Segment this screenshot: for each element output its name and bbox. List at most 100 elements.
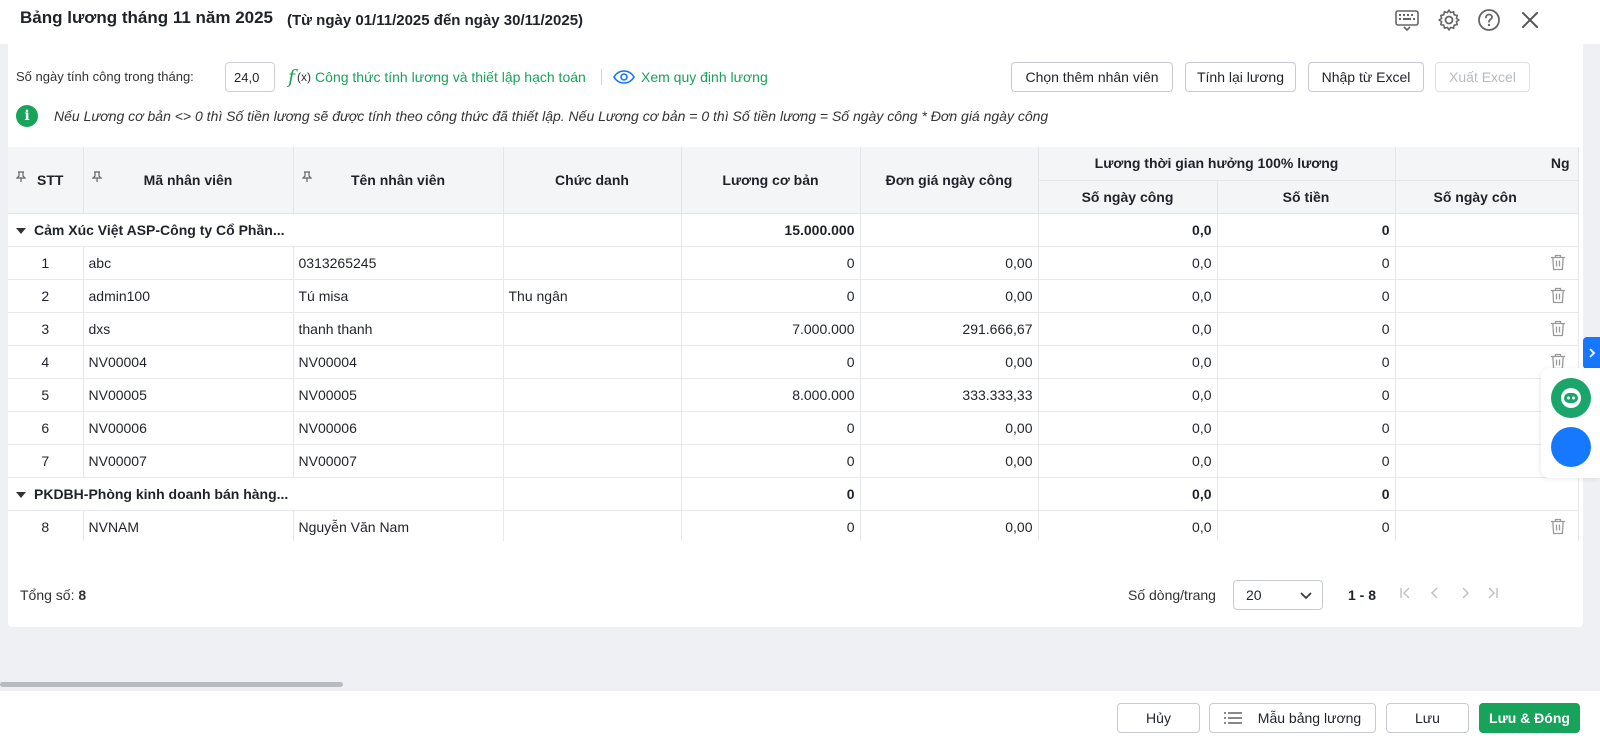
table-row[interactable]: 4 NV00004 NV00004 0 0,00 0,0 0 — [8, 345, 1579, 379]
col-header-base-salary[interactable]: Lương cơ bản — [681, 147, 861, 214]
row-daily-rate: 291.666,67 — [860, 312, 1039, 346]
salary-template-button[interactable]: Mẫu bảng lương — [1209, 703, 1376, 733]
side-panel-toggle[interactable] — [1583, 337, 1600, 369]
trash-icon[interactable] — [1550, 353, 1566, 370]
row-work-days: 0,0 — [1038, 279, 1218, 313]
pin-icon[interactable] — [301, 171, 312, 186]
next-page-icon[interactable] — [1455, 583, 1475, 603]
rows-per-page-label: Số dòng/trang — [1128, 587, 1216, 603]
row-base-salary: 0 — [681, 345, 861, 379]
group-row[interactable]: PKDBH-Phòng kinh doanh bán hàng... 0 0,0 0 — [8, 477, 1579, 511]
last-page-icon[interactable] — [1483, 583, 1503, 603]
chatbot-button[interactable] — [1551, 378, 1591, 418]
col-header-amount[interactable]: Số tiền — [1217, 180, 1396, 214]
salary-formula-link[interactable]: f (x) Công thức tính lương và thiết lập … — [288, 62, 586, 92]
pin-icon[interactable] — [91, 171, 102, 186]
table-row[interactable]: 8 NVNAM Nguyễn Văn Nam 0 0,00 0,0 0 — [8, 510, 1579, 541]
row-daily-rate: 0,00 — [860, 444, 1039, 478]
export-excel-button[interactable]: Xuất Excel — [1435, 62, 1530, 92]
pin-icon[interactable] — [15, 171, 27, 186]
row-amount: 0 — [1217, 411, 1396, 445]
group-next-cell — [1395, 477, 1579, 511]
group-amount: 0 — [1217, 477, 1396, 511]
group-name-cell[interactable]: PKDBH-Phòng kinh doanh bán hàng... — [8, 477, 504, 511]
col-header-work-days[interactable]: Số ngày công — [1038, 180, 1218, 214]
col-header-employee-name[interactable]: Tên nhân viên — [293, 147, 504, 214]
horizontal-scrollbar-thumb[interactable] — [0, 682, 343, 687]
keyboard-icon[interactable] — [1393, 6, 1421, 34]
row-stt: 7 — [8, 444, 84, 478]
table-row[interactable]: 2 admin100 Tú misa Thu ngân 0 0,00 0,0 0 — [8, 279, 1579, 313]
caret-down-icon[interactable] — [16, 227, 26, 234]
salary-formula-label: Công thức tính lương và thiết lập hạch t… — [315, 69, 586, 85]
rows-per-page-select[interactable]: 20 — [1233, 580, 1323, 610]
add-employee-button[interactable]: Chọn thêm nhân viên — [1011, 62, 1173, 92]
total-count-value: 8 — [78, 587, 87, 603]
trash-icon[interactable] — [1550, 287, 1566, 304]
col-header-work-days-next-label: Số ngày côn — [1433, 188, 1517, 205]
recalculate-button[interactable]: Tính lại lương — [1185, 62, 1296, 92]
group-work-days: 0,0 — [1038, 213, 1218, 247]
table-row[interactable]: 5 NV00005 NV00005 8.000.000 333.333,33 0,0 0 — [8, 378, 1579, 412]
first-page-icon[interactable] — [1395, 583, 1415, 603]
row-work-days: 0,0 — [1038, 246, 1218, 280]
row-daily-rate: 0,00 — [860, 411, 1039, 445]
row-title — [503, 246, 682, 280]
row-title — [503, 411, 682, 445]
prev-page-icon[interactable] — [1425, 583, 1445, 603]
save-and-close-button[interactable]: Lưu & Đóng — [1479, 703, 1580, 733]
row-base-salary: 0 — [681, 444, 861, 478]
group-title-cell — [503, 213, 682, 247]
trash-icon[interactable] — [1550, 320, 1566, 337]
col-header-work-days-next[interactable]: Số ngày côn — [1395, 180, 1579, 214]
group-row[interactable]: Cảm Xúc Việt ASP-Công ty Cổ Phần... 15.00… — [8, 213, 1579, 247]
dialog-header: Bảng lương tháng 11 năm 2025 (Từ ngày 01… — [0, 0, 1600, 44]
table-row[interactable]: 7 NV00007 NV00007 0 0,00 0,0 0 — [8, 444, 1579, 478]
row-amount: 0 — [1217, 510, 1396, 541]
col-header-title[interactable]: Chức danh — [503, 147, 682, 214]
chevron-down-icon — [1300, 592, 1312, 600]
row-stt: 2 — [8, 279, 84, 313]
row-employee-code: NV00004 — [83, 345, 294, 379]
caret-down-icon[interactable] — [16, 491, 26, 498]
gear-icon[interactable] — [1435, 6, 1463, 34]
cancel-button[interactable]: Hủy — [1117, 703, 1200, 733]
toolbar-divider — [601, 69, 602, 85]
close-icon[interactable] — [1516, 6, 1544, 34]
working-days-input[interactable]: 24,0 — [225, 62, 275, 92]
save-button[interactable]: Lưu — [1386, 703, 1469, 733]
support-button[interactable] — [1551, 427, 1591, 467]
group-daily-rate — [860, 477, 1039, 511]
col-group-full-salary: Lương thời gian hưởng 100% lương — [1038, 147, 1396, 181]
group-daily-rate — [860, 213, 1039, 247]
row-work-days: 0,0 — [1038, 444, 1218, 478]
row-title — [503, 378, 682, 412]
trash-icon[interactable] — [1550, 518, 1566, 535]
col-header-daily-rate[interactable]: Đơn giá ngày công — [860, 147, 1039, 214]
view-salary-rules-link[interactable]: Xem quy định lương — [613, 62, 768, 92]
eye-icon — [613, 70, 635, 84]
table-row[interactable]: 6 NV00006 NV00006 0 0,00 0,0 0 — [8, 411, 1579, 445]
row-actions — [1395, 279, 1579, 313]
row-work-days: 0,0 — [1038, 345, 1218, 379]
trash-icon[interactable] — [1550, 254, 1566, 271]
period-subtitle: (Từ ngày 01/11/2025 đến ngày 30/11/2025) — [287, 12, 584, 29]
help-icon[interactable] — [1475, 6, 1503, 34]
page-title: Bảng lương tháng 11 năm 2025 — [20, 8, 274, 27]
col-header-employee-code[interactable]: Mã nhân viên — [83, 147, 294, 214]
row-stt: 1 — [8, 246, 84, 280]
col-header-stt[interactable]: STT — [8, 147, 84, 214]
table-row[interactable]: 1 abc 0313265245 0 0,00 0,0 0 — [8, 246, 1579, 280]
row-amount: 0 — [1217, 345, 1396, 379]
group-name-cell[interactable]: Cảm Xúc Việt ASP-Công ty Cổ Phần... — [8, 213, 504, 247]
table-row[interactable]: 3 dxs thanh thanh 7.000.000 291.666,67 0,0 0 — [8, 312, 1579, 346]
view-salary-rules-label: Xem quy định lương — [641, 69, 768, 85]
function-icon-x: (x) — [297, 70, 312, 84]
row-amount: 0 — [1217, 312, 1396, 346]
import-excel-button[interactable]: Nhập từ Excel — [1308, 62, 1424, 92]
row-daily-rate: 0,00 — [860, 510, 1039, 541]
salary-template-label: Mẫu bảng lương — [1257, 710, 1362, 726]
row-base-salary: 0 — [681, 279, 861, 313]
group-title-cell — [503, 477, 682, 511]
row-amount: 0 — [1217, 246, 1396, 280]
